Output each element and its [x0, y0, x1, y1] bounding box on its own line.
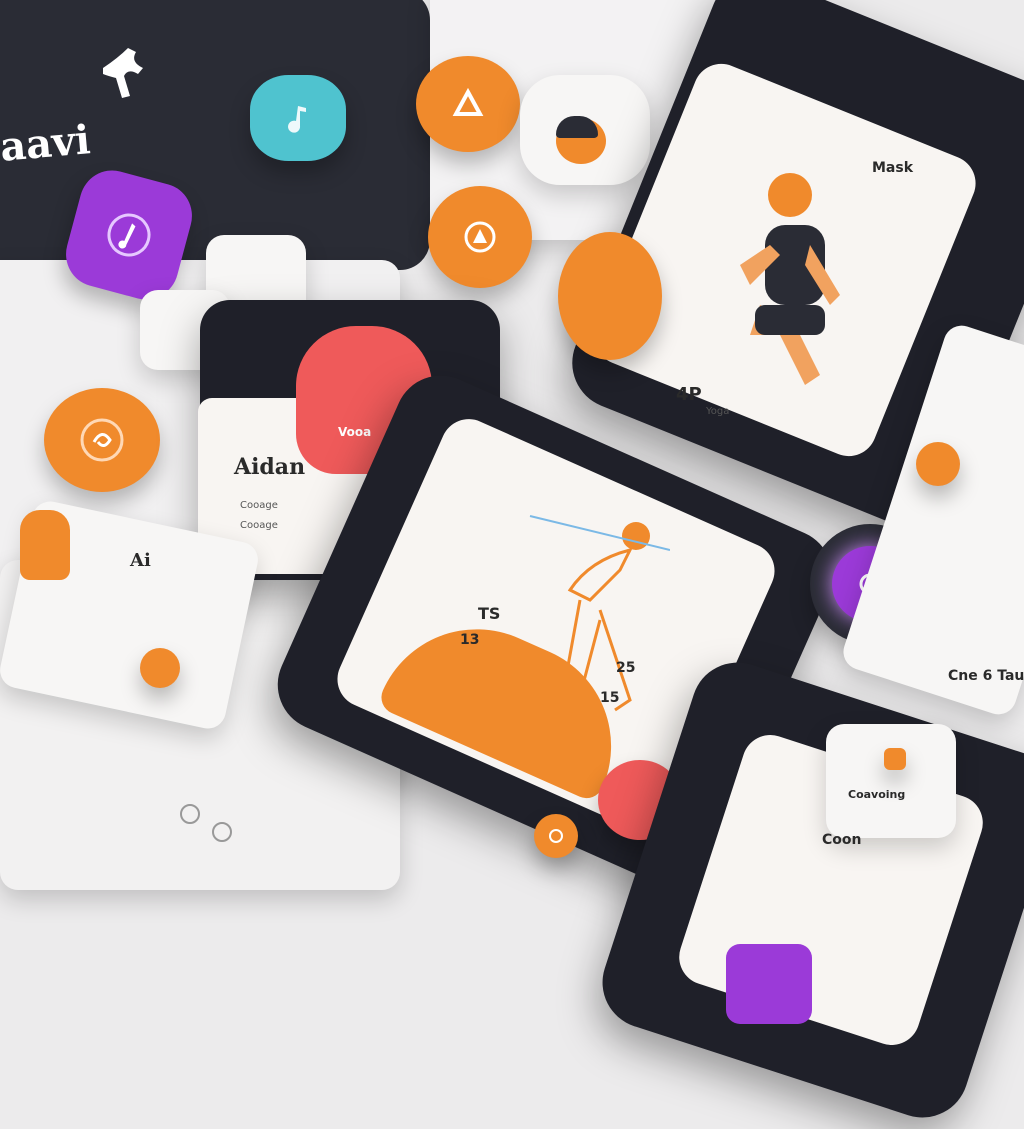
right-phone-caption: Yoga	[706, 406, 730, 417]
bottom-right-title: Coon	[822, 832, 862, 848]
triangle-icon	[452, 87, 484, 116]
right-card-label: Cne 6 Taus	[948, 668, 1024, 684]
orange-app-icon-top[interactable]	[416, 56, 520, 152]
bottom-right-card-title: Coavoing	[848, 788, 906, 801]
left-card-figure	[20, 510, 70, 580]
swirl-icon	[80, 418, 124, 462]
right-phone-stat: 4P	[676, 384, 702, 405]
main-phone-value-2: 25	[616, 660, 636, 676]
right-card-orange-dot	[916, 442, 960, 486]
athlete-figure	[720, 165, 840, 405]
brand-wordmark: aavi	[0, 116, 93, 171]
middle-card-line-1: Cooage	[240, 500, 278, 511]
triangle-icon	[464, 221, 496, 253]
heart-icon	[884, 748, 906, 770]
teal-app-icon[interactable]	[250, 75, 346, 161]
right-phone-header: Mask	[872, 160, 914, 176]
orange-app-icon-mid[interactable]	[428, 186, 532, 288]
main-phone-value-1: 13	[460, 632, 480, 648]
middle-card-heading: Aidan	[234, 454, 306, 480]
page-indicator-dot-2[interactable]	[212, 822, 232, 842]
middle-card-title: Vooa	[338, 425, 372, 439]
left-card-orange-dot	[140, 648, 180, 688]
music-note-icon	[288, 106, 306, 133]
main-phone-home-button[interactable]	[534, 814, 578, 858]
purple-figure	[726, 944, 812, 1024]
orange-app-icon-left[interactable]	[44, 388, 160, 492]
orange-blob	[558, 232, 662, 360]
music-note-icon	[107, 213, 151, 257]
main-phone-title: TS	[478, 604, 501, 623]
home-icon	[549, 829, 563, 843]
main-phone-value-3: 15	[600, 690, 620, 706]
bottom-right-card[interactable]	[826, 724, 956, 838]
dancer-figure	[520, 510, 671, 770]
middle-card-line-2: Cooage	[240, 520, 278, 531]
left-card-title: Ai	[130, 550, 151, 571]
runner-figure-icon	[88, 38, 158, 108]
page-indicator-dot-1[interactable]	[180, 804, 200, 824]
